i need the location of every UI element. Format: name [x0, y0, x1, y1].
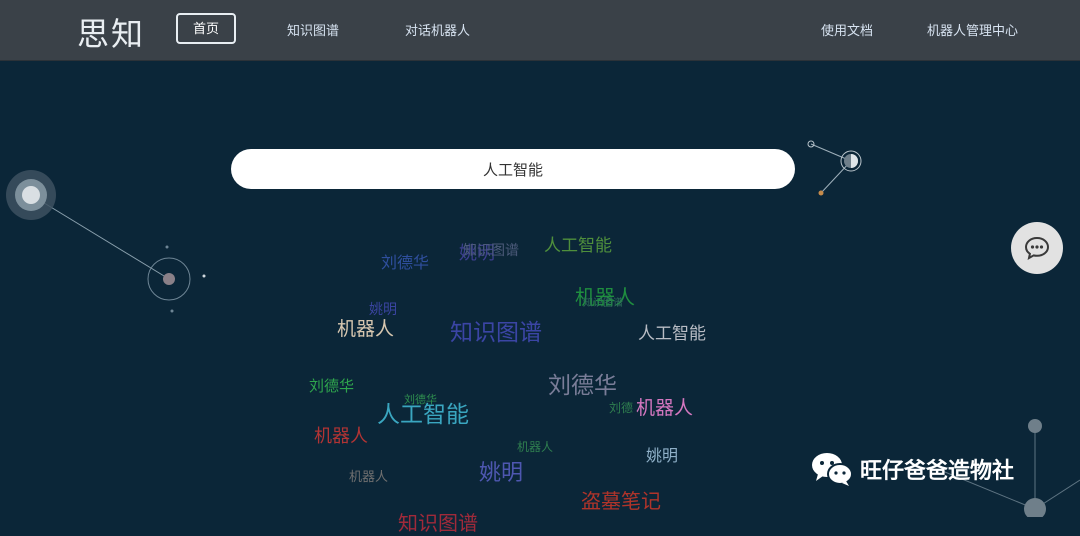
cloud-word[interactable]: 刘德华	[309, 375, 354, 396]
nav-bot-admin[interactable]: 机器人管理中心	[927, 20, 1018, 39]
cloud-word[interactable]: 人工智能	[544, 231, 612, 256]
nav-chatbot[interactable]: 对话机器人	[405, 20, 470, 39]
cloud-word[interactable]: 机器人	[349, 466, 388, 485]
chat-button[interactable]	[1011, 222, 1063, 274]
top-navigation-bar: 思知 首页 知识图谱 对话机器人 使用文档 机器人管理中心	[0, 0, 1080, 61]
cloud-word[interactable]: 知识图谱	[463, 240, 519, 260]
cloud-word[interactable]: 刘德华	[381, 249, 429, 273]
nav-docs[interactable]: 使用文档	[821, 20, 873, 39]
watermark: 旺仔爸爸造物社	[810, 449, 1014, 489]
cloud-word[interactable]: 机器人	[337, 314, 394, 341]
cloud-word[interactable]: 知识图谱	[398, 507, 478, 536]
cloud-word[interactable]: 知识图谱	[450, 313, 542, 347]
cloud-word[interactable]: 机器人	[636, 393, 693, 420]
nav-knowledge-graph[interactable]: 知识图谱	[287, 20, 339, 39]
cloud-word[interactable]: 人工智能	[638, 319, 706, 344]
cloud-word[interactable]: 人工智能	[377, 395, 469, 429]
cloud-word[interactable]: 盗墓笔记	[581, 485, 661, 514]
cloud-word[interactable]: 机器人	[517, 438, 553, 455]
cloud-word[interactable]: 刘德	[609, 399, 633, 416]
cloud-word[interactable]: 机器人	[314, 422, 368, 448]
watermark-text: 旺仔爸爸造物社	[860, 459, 1015, 484]
wechat-icon	[812, 453, 853, 486]
chat-bubble-icon	[1024, 236, 1050, 260]
site-logo[interactable]: 思知	[77, 9, 145, 55]
cloud-word[interactable]: 姚明	[646, 442, 678, 466]
nav-home-button[interactable]: 首页	[176, 13, 236, 44]
cloud-word[interactable]: 姚明	[479, 455, 523, 487]
cloud-word[interactable]: 知识图谱	[583, 294, 623, 309]
cloud-word[interactable]: 刘德华	[548, 366, 617, 400]
search-input[interactable]	[231, 149, 795, 189]
